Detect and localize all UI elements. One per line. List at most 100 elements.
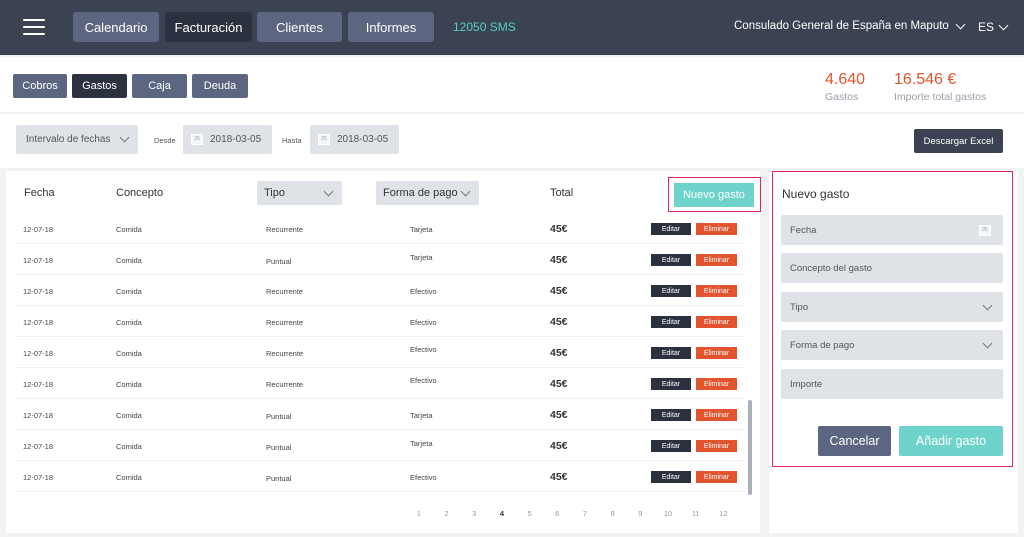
cell-concepto: Comida [116, 225, 142, 234]
highlight-new-expense-button [668, 177, 761, 212]
nav-facturacion[interactable]: Facturación [165, 12, 252, 42]
delete-button[interactable]: Eliminar [696, 254, 737, 266]
page-link[interactable]: 4 [488, 509, 516, 518]
add-expense-button[interactable]: Añadir gasto [899, 426, 1003, 456]
chevron-down-icon [998, 20, 1009, 30]
cell-fecha: 12-07-18 [23, 287, 54, 296]
page-link[interactable]: 10 [654, 509, 682, 518]
page-link[interactable]: 1 [405, 509, 433, 518]
cell-concepto: Comida [116, 411, 142, 420]
edit-button[interactable]: Editar [651, 409, 691, 421]
forma-pago-filter-select[interactable]: Forma de pago [376, 181, 479, 205]
concepto-field[interactable]: Concepto del gasto [781, 253, 1003, 283]
edit-button[interactable]: Editar [651, 316, 691, 328]
page-link[interactable]: 9 [627, 509, 655, 518]
cancel-button[interactable]: Cancelar [818, 426, 891, 456]
forma-pago-select[interactable]: Forma de pago [781, 330, 1003, 360]
cell-total: 45€ [550, 254, 568, 266]
consulate-selector[interactable]: Consulado General de España en Maputo [734, 19, 966, 32]
forma-pago-filter-label: Forma de pago [383, 187, 458, 199]
delete-button[interactable]: Eliminar [696, 223, 737, 235]
delete-button[interactable]: Eliminar [696, 285, 737, 297]
delete-button[interactable]: Eliminar [696, 378, 737, 390]
consulate-label: Consulado General de España en Maputo [734, 20, 949, 32]
page-link[interactable]: 12 [710, 509, 738, 518]
tab-caja[interactable]: Caja [132, 74, 187, 98]
tipo-select-placeholder: Tipo [790, 301, 809, 313]
tipo-filter-select[interactable]: Tipo [257, 181, 342, 205]
edit-button[interactable]: Editar [651, 254, 691, 266]
edit-button[interactable]: Editar [651, 223, 691, 235]
cell-forma-pago: Efectivo [410, 318, 437, 327]
edit-button[interactable]: Editar [651, 378, 691, 390]
cell-forma-pago: Tarjeta [410, 253, 433, 262]
fecha-field[interactable]: Fecha 25 [781, 215, 1003, 245]
cell-fecha: 12-07-18 [23, 349, 54, 358]
cell-total: 45€ [550, 440, 568, 452]
edit-button[interactable]: Editar [651, 440, 691, 452]
edit-button[interactable]: Editar [651, 347, 691, 359]
date-interval-select[interactable]: Intervalo de fechas [16, 125, 138, 154]
cell-concepto: Comida [116, 380, 142, 389]
table-row: 12-07-18 Comida Recurrente Efectivo 45€ Edita… [16, 368, 745, 399]
page-link[interactable]: 7 [571, 509, 599, 518]
calendar-icon: 25 [318, 134, 330, 145]
edit-button[interactable]: Editar [651, 285, 691, 297]
tab-gastos[interactable]: Gastos [72, 74, 127, 98]
language-label: ES [978, 20, 995, 34]
top-navbar: Calendario Facturación Clientes Informes… [0, 0, 1024, 55]
concepto-field-placeholder: Concepto del gasto [790, 262, 872, 274]
delete-button[interactable]: Eliminar [696, 347, 737, 359]
delete-button[interactable]: Eliminar [696, 409, 737, 421]
table-scrollbar[interactable] [748, 400, 752, 495]
delete-button[interactable]: Eliminar [696, 316, 737, 328]
pagination: 1 2 3 4 5 6 7 8 9 10 11 12 [405, 509, 737, 518]
page-link[interactable]: 2 [433, 509, 461, 518]
page-link[interactable]: 11 [682, 509, 710, 518]
cell-tipo: Puntual [266, 257, 292, 266]
page-link[interactable]: 8 [599, 509, 627, 518]
tab-deuda[interactable]: Deuda [192, 74, 248, 98]
importe-field-placeholder: Importe [790, 378, 823, 390]
cell-total: 45€ [550, 347, 568, 359]
language-selector[interactable]: ES [978, 20, 1009, 34]
cell-tipo: Recurrente [266, 380, 304, 389]
delete-button[interactable]: Eliminar [696, 440, 737, 452]
hasta-date-input[interactable]: 25 2018-03-05 [310, 125, 399, 154]
nav-clientes[interactable]: Clientes [257, 12, 342, 42]
cell-forma-pago: Tarjeta [410, 225, 433, 234]
importe-total: 16.546 € [894, 71, 957, 88]
page-link[interactable]: 3 [460, 509, 488, 518]
tab-cobros[interactable]: Cobros [13, 74, 67, 98]
hasta-date-value: 2018-03-05 [337, 134, 389, 145]
cell-total: 45€ [550, 285, 568, 297]
importe-total-label: Importe total gastos [894, 91, 987, 103]
chevron-down-icon [119, 132, 130, 143]
cell-concepto: Comida [116, 287, 142, 296]
cell-forma-pago: Efectivo [410, 473, 437, 482]
cell-total: 45€ [550, 409, 568, 421]
cell-forma-pago: Efectivo [410, 376, 437, 385]
cell-forma-pago: Efectivo [410, 287, 437, 296]
hamburger-menu-icon[interactable] [23, 19, 45, 35]
page-link[interactable]: 6 [543, 509, 571, 518]
col-header-total: Total [550, 187, 574, 199]
nav-calendario[interactable]: Calendario [73, 12, 159, 42]
tipo-select[interactable]: Tipo [781, 292, 1003, 322]
download-excel-button[interactable]: Descargar Excel [914, 129, 1003, 153]
table-row: 12-07-18 Comida Recurrente Tarjeta 45€ Editar… [16, 213, 745, 244]
cell-total: 45€ [550, 223, 568, 235]
table-row: 12-07-18 Comida Puntual Efectivo 45€ Editar El… [16, 461, 745, 492]
desde-date-input[interactable]: 25 2018-03-05 [183, 125, 272, 154]
cell-concepto: Comida [116, 318, 142, 327]
cell-tipo: Puntual [266, 412, 292, 421]
delete-button[interactable]: Eliminar [696, 471, 737, 483]
importe-stat: 16.546 € Importe total gastos [894, 71, 986, 103]
cell-tipo: Recurrente [266, 318, 304, 327]
nav-informes[interactable]: Informes [348, 12, 434, 42]
cell-fecha: 12-07-18 [23, 225, 54, 234]
importe-field[interactable]: Importe [781, 369, 1003, 399]
col-header-concepto: Concepto [116, 187, 164, 199]
edit-button[interactable]: Editar [651, 471, 691, 483]
page-link[interactable]: 5 [516, 509, 544, 518]
